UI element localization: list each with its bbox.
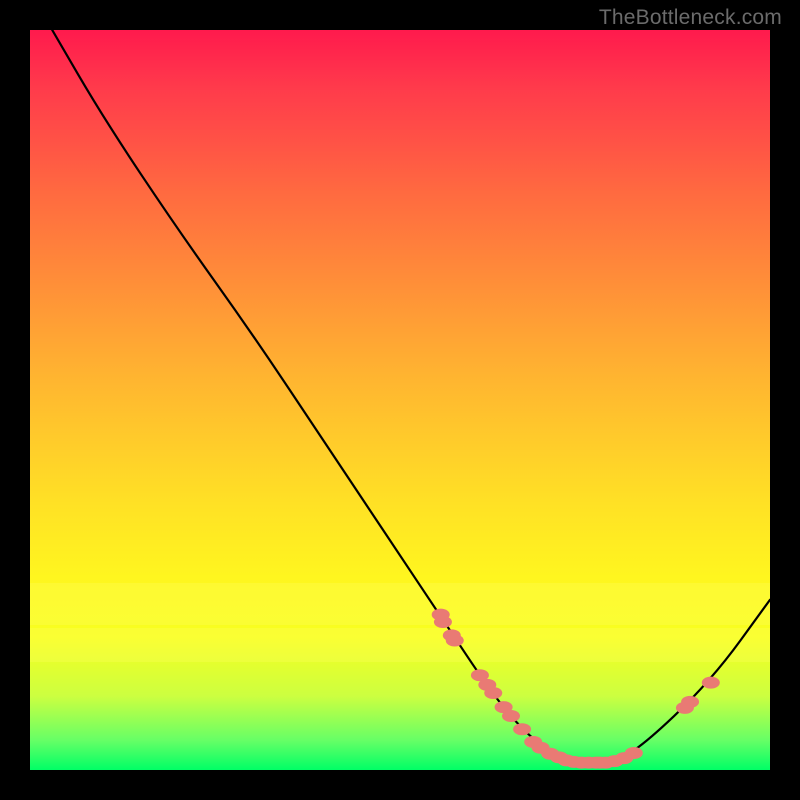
data-point: [446, 635, 464, 647]
data-point: [484, 687, 502, 699]
data-points-group: [432, 609, 720, 769]
data-point: [434, 616, 452, 628]
data-point: [702, 677, 720, 689]
bottleneck-curve: [52, 30, 770, 763]
attribution-text: TheBottleneck.com: [599, 6, 782, 30]
chart-svg: [30, 30, 770, 770]
data-point: [513, 723, 531, 735]
data-point: [502, 710, 520, 722]
chart-frame: [30, 30, 770, 770]
data-point: [625, 747, 643, 759]
data-point: [681, 696, 699, 708]
